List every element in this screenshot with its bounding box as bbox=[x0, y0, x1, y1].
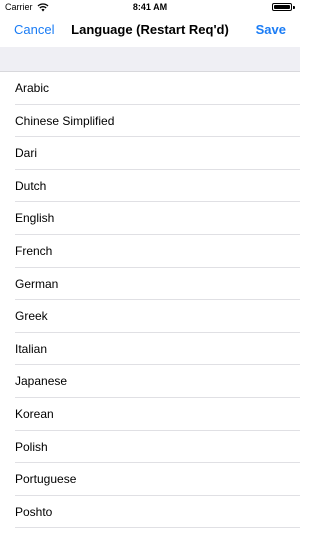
battery-body bbox=[272, 3, 292, 11]
language-option-chinese-simplified[interactable]: Chinese Simplified bbox=[0, 105, 300, 138]
language-option-english[interactable]: English bbox=[0, 202, 300, 235]
language-option-german[interactable]: German bbox=[0, 268, 300, 301]
navigation-bar: Cancel Language (Restart Req'd) Save bbox=[0, 14, 300, 47]
language-option-polish[interactable]: Polish bbox=[0, 431, 300, 464]
language-option-italian[interactable]: Italian bbox=[0, 333, 300, 366]
language-option-arabic[interactable]: Arabic bbox=[0, 72, 300, 105]
status-bar: Carrier 8:41 AM bbox=[0, 0, 300, 14]
language-option-japanese[interactable]: Japanese bbox=[0, 365, 300, 398]
language-option-portuguese[interactable]: Portuguese bbox=[0, 463, 300, 496]
cancel-button[interactable]: Cancel bbox=[14, 22, 54, 37]
page-title: Language (Restart Req'd) bbox=[71, 22, 229, 37]
language-option-greek[interactable]: Greek bbox=[0, 300, 300, 333]
section-header bbox=[0, 47, 300, 72]
language-option-dutch[interactable]: Dutch bbox=[0, 170, 300, 203]
status-time: 8:41 AM bbox=[132, 2, 168, 12]
language-option-french[interactable]: French bbox=[0, 235, 300, 268]
save-button[interactable]: Save bbox=[256, 22, 286, 37]
language-option-korean[interactable]: Korean bbox=[0, 398, 300, 431]
language-option-dari[interactable]: Dari bbox=[0, 137, 300, 170]
battery-icon bbox=[272, 3, 295, 11]
language-list: Arabic Chinese Simplified Dari Dutch English… bbox=[0, 72, 300, 528]
battery-fill bbox=[274, 5, 290, 9]
battery-tip bbox=[293, 5, 295, 9]
language-option-poshto[interactable]: Poshto bbox=[0, 496, 300, 529]
